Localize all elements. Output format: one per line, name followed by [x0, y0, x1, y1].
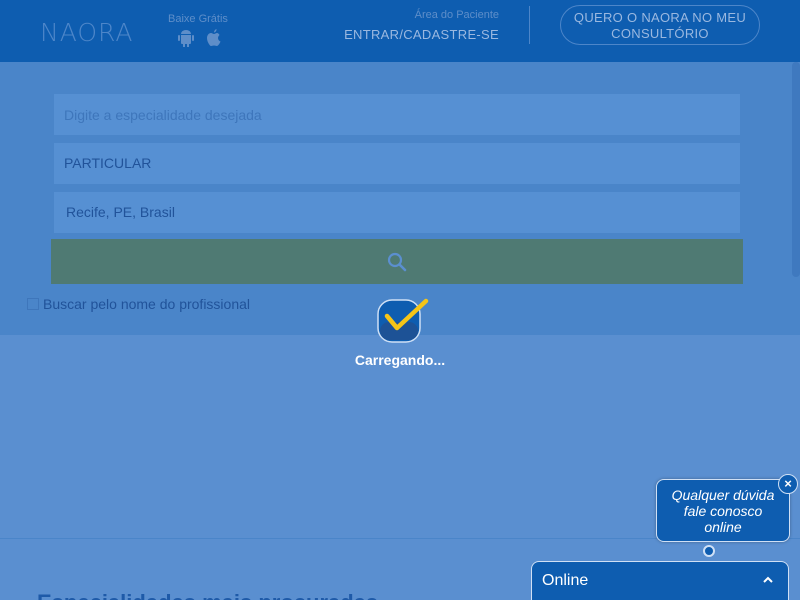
apple-icon[interactable] [206, 29, 222, 47]
search-panel: PARTICULAR Recife, PE, Brasil Buscar pel… [0, 62, 800, 335]
specialty-input[interactable] [64, 94, 740, 135]
loading-text: Carregando... [354, 352, 446, 368]
chat-widget-bar[interactable]: Online [531, 561, 789, 600]
chat-status-label: Online [542, 572, 589, 589]
location-field[interactable]: Recife, PE, Brasil [53, 191, 741, 234]
cta-line-1: QUERO O NAORA NO MEU [573, 10, 747, 25]
login-signup-link[interactable]: ENTRAR/CADASTRE-SE [299, 27, 499, 42]
chat-invite-line-2: fale conosco [683, 503, 763, 519]
search-by-name-option[interactable]: Buscar pelo nome do profissional [27, 296, 250, 312]
search-icon [387, 252, 407, 272]
android-icon[interactable] [178, 29, 194, 47]
top-header: NAORA Baixe Grátis Área do Paciente ENTR… [0, 0, 800, 62]
naora-for-clinic-button[interactable]: QUERO O NAORA NO MEU CONSULTÓRIO [560, 5, 760, 45]
chat-invite-line-3: online [704, 519, 742, 535]
patient-area: Área do Paciente ENTRAR/CADASTRE-SE [299, 9, 499, 42]
chat-invite-bubble[interactable]: Qualquer dúvida fale conosco online [656, 479, 790, 542]
insurance-select[interactable]: PARTICULAR [53, 142, 741, 185]
specialty-field[interactable] [53, 93, 741, 136]
chat-invite-line-1: Qualquer dúvida [671, 487, 775, 503]
download-label: Baixe Grátis [168, 13, 228, 25]
chat-bubble-close-button[interactable]: × [778, 474, 798, 494]
logo-text: NAORA [40, 18, 134, 47]
naora-logo[interactable]: NAORA [40, 18, 140, 47]
loading-indicator: Carregando... [350, 298, 450, 368]
cta-line-2: CONSULTÓRIO [611, 26, 709, 41]
naora-check-icon [377, 298, 429, 344]
section-heading-partial: Especialidades mais procuradas [37, 590, 378, 600]
search-by-name-label: Buscar pelo nome do profissional [43, 296, 251, 312]
chevron-up-icon[interactable] [762, 573, 774, 587]
scrollbar-thumb[interactable] [792, 62, 800, 277]
search-by-name-checkbox[interactable] [27, 298, 39, 310]
header-divider [529, 6, 530, 44]
search-button[interactable] [51, 239, 743, 284]
download-icons [178, 29, 238, 47]
chat-bubble-pointer [703, 545, 715, 557]
location-value: Recife, PE, Brasil [66, 204, 175, 220]
download-section: Baixe Grátis [168, 9, 228, 47]
patient-area-label: Área do Paciente [414, 9, 499, 21]
